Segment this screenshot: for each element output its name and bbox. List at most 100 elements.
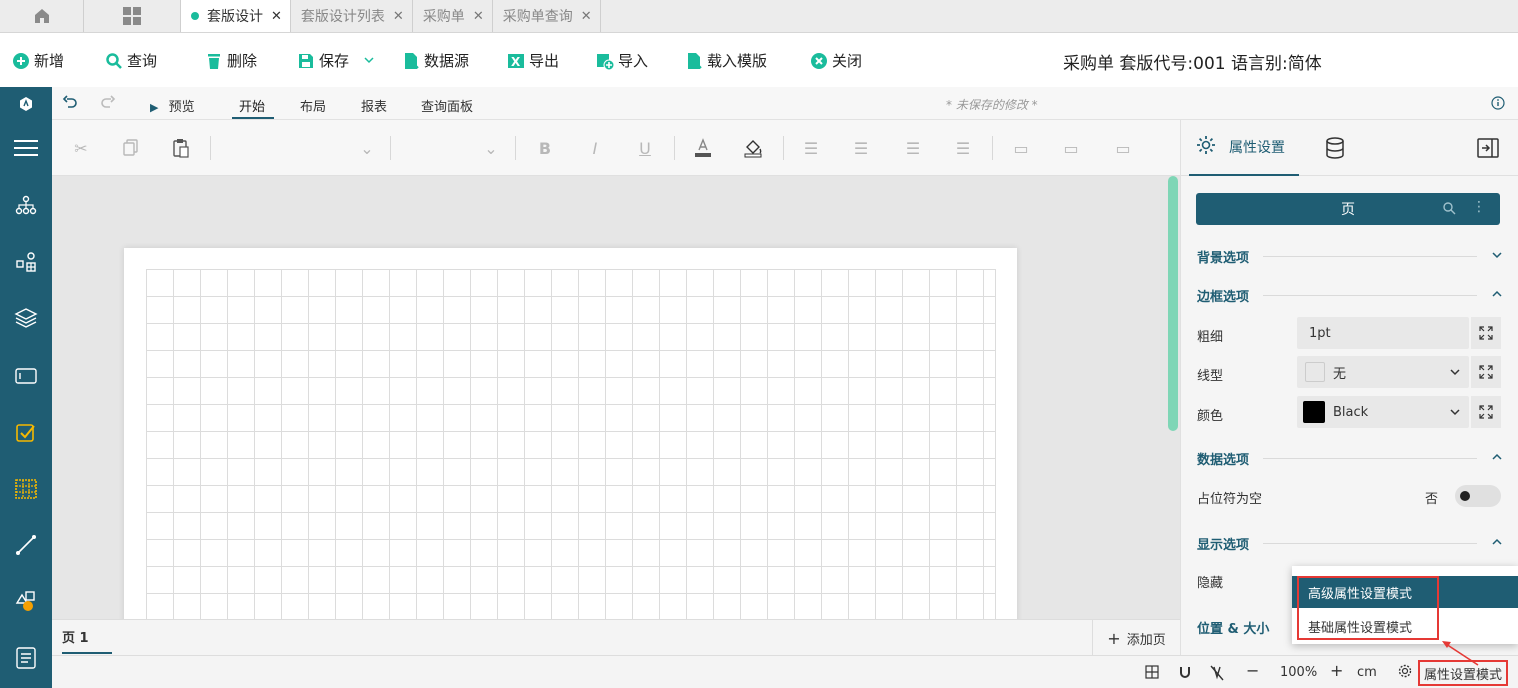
zoom-level[interactable]: 100% bbox=[1280, 665, 1317, 680]
table-icon[interactable] bbox=[0, 469, 52, 509]
design-canvas[interactable] bbox=[52, 176, 1180, 619]
load-template-button[interactable]: 载入模版 bbox=[685, 50, 767, 71]
chevron-down-icon[interactable] bbox=[363, 52, 375, 70]
color-select[interactable]: Black bbox=[1297, 396, 1469, 428]
undo-icon[interactable] bbox=[62, 95, 78, 115]
tab-report[interactable]: 报表 bbox=[361, 96, 387, 115]
page-grid bbox=[146, 269, 996, 619]
page-tab-1[interactable]: 页 1 bbox=[62, 627, 112, 654]
main-toolbar: 新增 查询 删除 保存 数据源 X 导出 导入 载入模版 关闭 采购单 套版代号… bbox=[0, 33, 1518, 87]
align-left-icon[interactable]: ☰ bbox=[800, 137, 822, 159]
textbox-icon[interactable] bbox=[0, 356, 52, 396]
expand-icon[interactable] bbox=[1471, 356, 1501, 388]
active-dot-icon bbox=[191, 12, 199, 20]
snap-off-icon[interactable] bbox=[1210, 665, 1224, 681]
placeholder-label: 占位符为空 bbox=[1197, 492, 1263, 507]
close-button[interactable]: 关闭 bbox=[810, 50, 862, 71]
preview-button[interactable]: ▶ 预览 bbox=[150, 96, 195, 115]
font-color-icon[interactable] bbox=[692, 137, 714, 159]
shapes-icon[interactable] bbox=[0, 581, 52, 621]
tab-purchase-query[interactable]: 采购单查询 ✕ bbox=[493, 0, 601, 32]
delete-button[interactable]: 删除 bbox=[205, 50, 257, 71]
info-icon[interactable] bbox=[1491, 96, 1505, 114]
components-icon[interactable] bbox=[0, 242, 52, 282]
vertical-scrollbar[interactable] bbox=[1168, 176, 1178, 431]
linetype-select[interactable]: 无 bbox=[1297, 356, 1469, 388]
line-icon[interactable] bbox=[0, 525, 52, 565]
datasource-button[interactable]: 数据源 bbox=[402, 50, 469, 71]
tab-properties[interactable]: 属性设置 bbox=[1189, 120, 1299, 176]
justify-icon[interactable]: ☰ bbox=[952, 137, 974, 159]
tab-bar: 套版设计 ✕ 套版设计列表 ✕ 采购单 ✕ 采购单查询 ✕ bbox=[0, 0, 1518, 33]
close-icon[interactable]: ✕ bbox=[393, 9, 404, 24]
new-button[interactable]: 新增 bbox=[12, 50, 64, 71]
tab-label: 套版设计 bbox=[207, 9, 263, 25]
export-button[interactable]: X 导出 bbox=[507, 50, 559, 71]
search-icon[interactable] bbox=[1442, 201, 1456, 219]
copy-icon[interactable] bbox=[120, 137, 142, 159]
thickness-field[interactable]: 1pt bbox=[1297, 317, 1469, 349]
tab-query-panel[interactable]: 查询面板 bbox=[421, 96, 473, 115]
save-button[interactable]: 保存 bbox=[297, 50, 375, 71]
preview-label: 预览 bbox=[168, 100, 195, 115]
unit-selector[interactable]: cm bbox=[1357, 665, 1377, 680]
export-label: 导出 bbox=[529, 52, 560, 70]
query-label: 查询 bbox=[127, 52, 158, 70]
tab-purchase-order[interactable]: 采购单 ✕ bbox=[413, 0, 493, 32]
gear-icon[interactable] bbox=[1398, 664, 1412, 678]
hierarchy-icon[interactable] bbox=[0, 185, 52, 225]
underline-icon[interactable]: U bbox=[634, 137, 656, 159]
bold-icon[interactable]: B bbox=[534, 137, 556, 159]
tab-properties-label: 属性设置 bbox=[1229, 140, 1285, 156]
add-page-label: 添加页 bbox=[1126, 632, 1166, 648]
valign-top-icon[interactable]: ▭ bbox=[1010, 137, 1032, 159]
valign-middle-icon[interactable]: ▭ bbox=[1060, 137, 1082, 159]
more-vertical-icon[interactable]: ⋮ bbox=[1472, 199, 1486, 215]
component-selector[interactable]: 页 ⋮ bbox=[1196, 193, 1500, 225]
query-button[interactable]: 查询 bbox=[105, 50, 157, 71]
expand-icon[interactable] bbox=[1471, 396, 1501, 428]
import-button[interactable]: 导入 bbox=[596, 50, 648, 71]
cut-icon[interactable]: ✂ bbox=[70, 137, 92, 159]
section-display[interactable]: 显示选项 bbox=[1197, 534, 1503, 553]
italic-icon[interactable]: I bbox=[584, 137, 606, 159]
collapse-panel-icon[interactable] bbox=[1477, 138, 1499, 162]
fill-color-icon[interactable] bbox=[742, 137, 764, 159]
section-background[interactable]: 背景选项 bbox=[1197, 247, 1503, 266]
zoom-out-button[interactable]: − bbox=[1246, 661, 1259, 680]
font-size-dropdown[interactable]: ⌄ bbox=[480, 137, 502, 159]
section-data[interactable]: 数据选项 bbox=[1197, 449, 1503, 468]
checkbox-icon[interactable] bbox=[0, 413, 52, 453]
menu-icon[interactable] bbox=[0, 128, 52, 168]
apps-button[interactable] bbox=[84, 0, 181, 32]
magnet-icon[interactable] bbox=[1178, 665, 1192, 679]
grid-toggle-icon[interactable] bbox=[1145, 665, 1159, 679]
placeholder-toggle[interactable] bbox=[1455, 485, 1501, 507]
close-icon[interactable]: ✕ bbox=[473, 9, 484, 24]
font-family-dropdown[interactable]: ⌄ bbox=[356, 137, 378, 159]
layers-icon[interactable] bbox=[0, 298, 52, 338]
home-button[interactable] bbox=[0, 0, 84, 32]
paste-icon[interactable] bbox=[170, 137, 192, 159]
chevron-up-icon bbox=[1491, 536, 1503, 552]
report-icon[interactable] bbox=[0, 638, 52, 678]
add-page-button[interactable]: + 添加页 bbox=[1092, 620, 1180, 656]
report-page[interactable] bbox=[124, 248, 1017, 619]
align-right-icon[interactable]: ☰ bbox=[902, 137, 924, 159]
valign-bottom-icon[interactable]: ▭ bbox=[1112, 137, 1134, 159]
tab-template-list[interactable]: 套版设计列表 ✕ bbox=[291, 0, 413, 32]
plus-icon: + bbox=[1107, 628, 1121, 648]
align-center-icon[interactable]: ☰ bbox=[850, 137, 872, 159]
redo-icon[interactable] bbox=[100, 95, 116, 115]
section-position-size[interactable]: 位置 & 大小 bbox=[1197, 618, 1287, 637]
close-icon[interactable]: ✕ bbox=[271, 9, 282, 24]
close-label: 关闭 bbox=[832, 52, 863, 70]
tab-template-design[interactable]: 套版设计 ✕ bbox=[181, 0, 291, 32]
tab-start[interactable]: 开始 bbox=[239, 96, 265, 115]
close-icon[interactable]: ✕ bbox=[581, 9, 592, 24]
tab-layout[interactable]: 布局 bbox=[300, 96, 326, 115]
section-border[interactable]: 边框选项 bbox=[1197, 286, 1503, 305]
database-icon[interactable] bbox=[1325, 136, 1345, 164]
zoom-in-button[interactable]: + bbox=[1330, 661, 1343, 680]
expand-icon[interactable] bbox=[1471, 317, 1501, 349]
